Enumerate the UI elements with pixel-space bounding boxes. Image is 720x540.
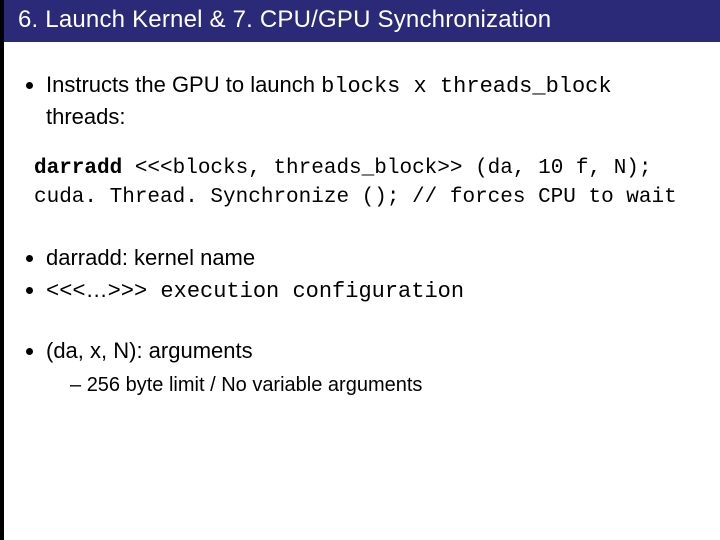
bullet-arguments: (da, x, N): arguments 256 byte limit / N… [46, 336, 696, 399]
code-line-2: cuda. Thread. Synchronize (); // forces … [34, 184, 696, 212]
bullet-list-args: (da, x, N): arguments 256 byte limit / N… [28, 336, 696, 399]
bullet-instructs-pre: Instructs the GPU to launch [46, 72, 321, 97]
exec-config-open: <<< [46, 279, 86, 304]
code-line-1: darradd <<<blocks, threads_block>> (da, … [34, 155, 696, 183]
exec-config-mid: … [86, 277, 108, 302]
code-block: darradd <<<blocks, threads_block>> (da, … [34, 155, 696, 212]
bullet-darradd: darradd: kernel name [46, 242, 696, 274]
bullet-exec-config: <<<…>>> execution configuration [46, 274, 696, 308]
bullet-instructs: Instructs the GPU to launch blocks x thr… [46, 70, 696, 131]
slide: 6. Launch Kernel & 7. CPU/GPU Synchroniz… [0, 0, 720, 540]
slide-title: 6. Launch Kernel & 7. CPU/GPU Synchroniz… [4, 0, 720, 42]
code-line-1-rest: <<<blocks, threads_block>> (da, 10 f, N)… [122, 157, 651, 180]
bullet-instructs-post: threads: [46, 104, 126, 129]
sub-256-limit: 256 byte limit / No variable arguments [70, 371, 696, 399]
sub-list: 256 byte limit / No variable arguments [46, 371, 696, 399]
code-kernel-name: darradd [34, 157, 122, 180]
exec-config-close: >>> execution configuration [108, 279, 464, 304]
bullet-arguments-text: (da, x, N): arguments [46, 338, 253, 363]
bullet-instructs-code: blocks x threads_block [321, 74, 611, 99]
slide-body: Instructs the GPU to launch blocks x thr… [4, 42, 720, 399]
bullet-list-intro: Instructs the GPU to launch blocks x thr… [28, 70, 696, 131]
bullet-list-details: darradd: kernel name <<<…>>> execution c… [28, 242, 696, 308]
